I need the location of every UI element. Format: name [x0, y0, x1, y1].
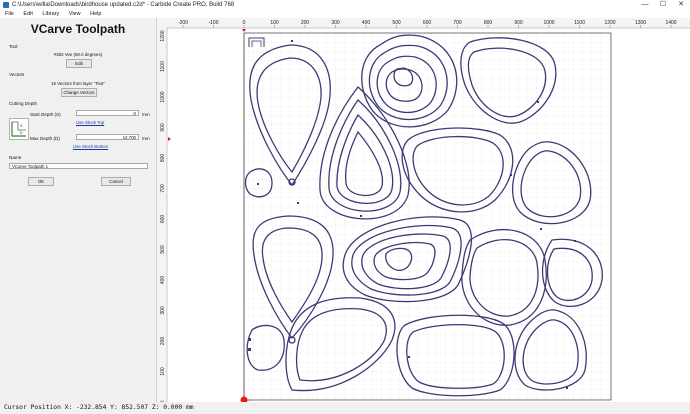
cancel-button[interactable]: Cancel [101, 177, 131, 186]
menu-help[interactable]: Help [90, 10, 101, 18]
cursor-position-readout: Cursor Position X: -232.854 Y: 852.507 Z… [4, 404, 194, 411]
menu-view[interactable]: View [69, 10, 81, 18]
app-icon [3, 2, 9, 8]
y-ruler-label: 400 [160, 276, 166, 285]
tool-value: #302 Vee (60.0 degrees) [53, 52, 103, 57]
window-title: C:\Users\willa\Downloads\birdhouse updat… [12, 2, 235, 8]
y-ruler-label: 200 [160, 337, 166, 346]
y-ruler-label: 300 [160, 306, 166, 315]
vectors-label: Vectors [9, 72, 25, 77]
name-label: Name [9, 155, 22, 160]
start-depth-unit: mm [142, 112, 150, 117]
max-depth-unit: mm [142, 136, 150, 141]
menu-file[interactable]: File [5, 10, 14, 18]
edit-tool-button[interactable]: Edit [66, 59, 92, 68]
maximize-button[interactable]: ☐ [654, 0, 672, 10]
minimize-button[interactable]: — [636, 0, 654, 10]
y-ruler-label: 1000 [160, 91, 166, 102]
depth-diagram-icon: S D [9, 118, 29, 140]
y-ruler-label: 600 [160, 215, 166, 224]
vectors-value: 15 Vectors from layer "Text" [51, 81, 105, 86]
y-cursor-marker [168, 137, 171, 141]
canvas-svg[interactable]: -200 -100 0 100 200 300 400 500 600 700 800 900 1000… [157, 18, 690, 404]
vcarve-toolpath-panel: VCarve Toolpath Tool #302 Vee (60.0 degr… [0, 18, 157, 402]
menu-library[interactable]: Library [42, 10, 59, 18]
y-ruler-label: 900 [160, 123, 166, 132]
menu-bar: File Edit Library View Help [0, 10, 690, 18]
y-ruler-label: 800 [160, 154, 166, 163]
y-ruler-label: 1100 [160, 61, 166, 72]
toolpath-name-input[interactable]: VCarve Toolpath 1 [9, 163, 148, 169]
cutting-depth-label: Cutting Depth [9, 101, 38, 106]
panel-title: VCarve Toolpath [30, 22, 126, 36]
change-vectors-button[interactable]: Change Vectors [61, 88, 97, 97]
tool-label: Tool [9, 44, 18, 49]
y-ruler-label: 500 [160, 245, 166, 254]
menu-edit[interactable]: Edit [23, 10, 32, 18]
y-ruler-label: 100 [160, 367, 166, 376]
y-ruler-label: 700 [160, 184, 166, 193]
max-depth-input[interactable]: 12.700 [76, 134, 139, 140]
title-bar: C:\Users\willa\Downloads\birdhouse updat… [0, 0, 690, 10]
max-depth-label: Max Depth (D) [30, 136, 60, 141]
start-depth-input[interactable]: 0 [76, 110, 139, 116]
use-stock-bottom-link[interactable]: Use Stock Bottom [73, 144, 108, 149]
y-ruler-label: 1200 [160, 30, 166, 41]
start-depth-label: Start Depth (S) [30, 112, 61, 117]
use-stock-top-link[interactable]: Use Stock Top [76, 120, 104, 125]
status-bar: Cursor Position X: -232.854 Y: 852.507 Z… [0, 402, 690, 414]
ok-button[interactable]: OK [28, 177, 54, 186]
x-cursor-marker [242, 29, 246, 32]
design-canvas[interactable]: -200 -100 0 100 200 300 400 500 600 700 800 900 1000… [157, 18, 690, 404]
close-button[interactable]: ✕ [672, 0, 690, 10]
